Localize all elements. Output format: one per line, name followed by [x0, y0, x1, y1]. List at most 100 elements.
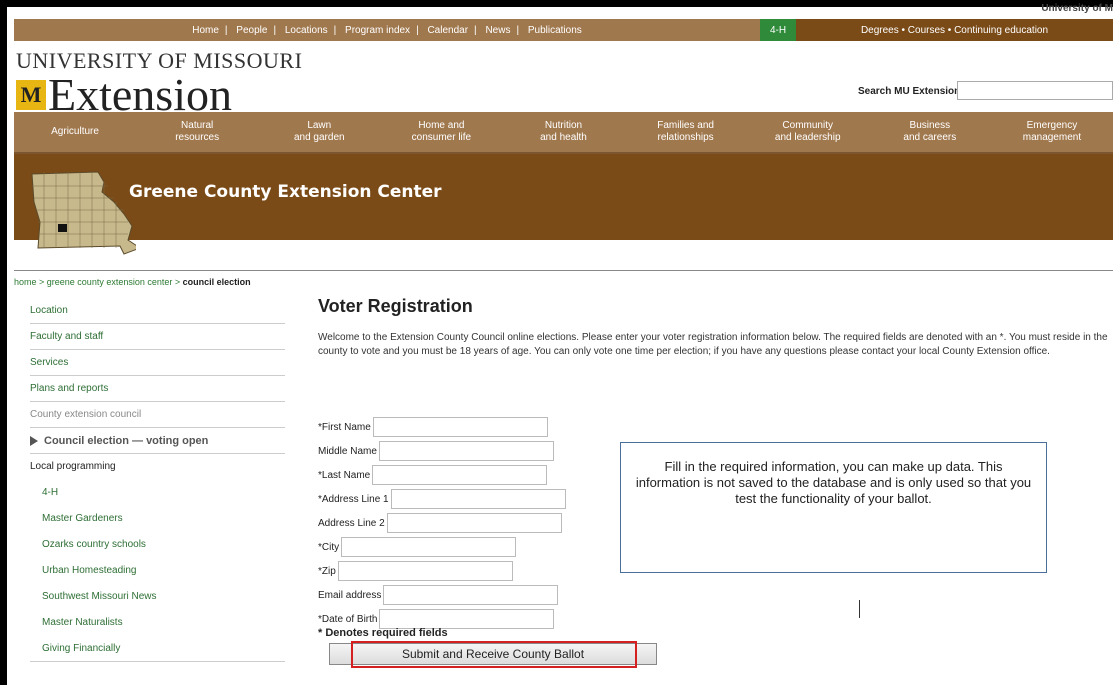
search-label: Search MU Extension: [858, 86, 961, 97]
county-center-title: Greene County Extension Center: [129, 182, 442, 202]
middle-name-field[interactable]: [378, 441, 554, 461]
sidebar-item-council-election[interactable]: Council election — voting open: [30, 428, 285, 454]
category-line2: management: [1022, 132, 1082, 143]
category-emergency[interactable]: Emergency management: [991, 112, 1113, 152]
email-field[interactable]: [383, 585, 559, 605]
breadcrumb-separator: >: [172, 277, 183, 287]
form-row-address-2: Address Line 2: [318, 511, 566, 535]
category-line1: Home and: [418, 120, 465, 131]
top-nav-home[interactable]: Home: [192, 25, 219, 36]
category-line1: Natural: [181, 120, 214, 131]
search-input[interactable]: [957, 81, 1113, 100]
category-line1: Families and: [657, 120, 714, 131]
nav-separator: |: [224, 24, 228, 36]
main-content: Voter Registration Welcome to the Extens…: [318, 296, 1108, 359]
category-line1: Community: [782, 120, 833, 131]
top-nav-calendar[interactable]: Calendar: [427, 25, 468, 36]
date-of-birth-field[interactable]: [379, 609, 555, 629]
category-nutrition-health[interactable]: Nutrition and health: [502, 112, 624, 152]
category-lawn-garden[interactable]: Lawn and garden: [258, 112, 380, 152]
category-agriculture[interactable]: Agriculture: [14, 112, 136, 152]
sidebar-sub-giving-financially[interactable]: Giving Financially: [30, 636, 285, 662]
category-natural-resources[interactable]: Natural resources: [136, 112, 258, 152]
instruction-callout: Fill in the required information, you ca…: [620, 442, 1047, 573]
sidebar-heading-local-programming: Local programming: [30, 461, 116, 472]
breadcrumb: home > greene county extension center > …: [14, 277, 251, 287]
top-nav-people[interactable]: People: [236, 25, 267, 36]
nav-separator: |: [516, 24, 520, 36]
sidebar-sub-master-naturalists[interactable]: Master Naturalists: [30, 610, 285, 636]
category-home-consumer[interactable]: Home and consumer life: [380, 112, 502, 152]
breadcrumb-home[interactable]: home: [14, 277, 37, 287]
section-divider: [14, 270, 1113, 271]
zip-field[interactable]: [337, 561, 513, 581]
submit-ballot-button[interactable]: Submit and Receive County Ballot: [329, 643, 657, 665]
category-line2: and garden: [293, 132, 345, 143]
city-label: *City: [318, 541, 340, 553]
form-row-zip: *Zip: [318, 559, 566, 583]
zip-label: *Zip: [318, 565, 336, 577]
text-cursor: [859, 600, 860, 618]
first-name-label: *First Name: [318, 421, 371, 433]
form-row-city: *City: [318, 535, 566, 559]
sidebar-sub-4h[interactable]: 4-H: [30, 480, 285, 506]
last-name-field[interactable]: [372, 465, 548, 485]
category-families[interactable]: Families and relationships: [625, 112, 747, 152]
sidebar-sub-ozarks-schools[interactable]: Ozarks country schools: [30, 532, 285, 558]
sidebar-sub-master-gardeners[interactable]: Master Gardeners: [30, 506, 285, 532]
address-line-1-label: *Address Line 1: [318, 493, 389, 505]
sidebar-item-location[interactable]: Location: [30, 298, 285, 324]
top-nav-program-index[interactable]: Program index: [345, 25, 410, 36]
first-name-field[interactable]: [372, 417, 548, 437]
category-line1: Nutrition: [544, 120, 583, 131]
sidebar-item-services[interactable]: Services: [30, 350, 285, 376]
category-line1: Lawn: [307, 120, 332, 131]
address-line-1-field[interactable]: [390, 489, 566, 509]
breadcrumb-current: council election: [182, 277, 251, 287]
last-name-label: *Last Name: [318, 469, 371, 481]
breadcrumb-center[interactable]: greene county extension center: [47, 277, 173, 287]
email-label: Email address: [318, 589, 382, 601]
form-row-address-1: *Address Line 1: [318, 487, 566, 511]
top-nav-publications[interactable]: Publications: [528, 25, 582, 36]
category-business[interactable]: Business and careers: [869, 112, 991, 152]
city-field[interactable]: [341, 537, 517, 557]
intro-paragraph: Welcome to the Extension County Council …: [318, 332, 1108, 357]
top-nav: Home | People | Locations | Program index | …: [14, 25, 760, 36]
university-corner-label: University of M: [1041, 3, 1113, 14]
form-row-middle-name: Middle Name: [318, 439, 566, 463]
required-fields-note: * Denotes required fields: [318, 627, 448, 639]
page-title: Voter Registration: [318, 296, 473, 316]
voter-registration-form: *First Name Middle Name *Last Name *Addr…: [318, 415, 566, 631]
middle-name-label: Middle Name: [318, 445, 377, 457]
nav-separator: |: [474, 24, 477, 36]
form-row-last-name: *Last Name: [318, 463, 566, 487]
breadcrumb-separator: >: [36, 277, 47, 287]
category-line2: Agriculture: [51, 126, 99, 137]
address-line-2-field[interactable]: [386, 513, 562, 533]
form-row-first-name: *First Name: [318, 415, 566, 439]
missouri-map-icon: [31, 171, 136, 255]
category-line2: consumer life: [411, 132, 472, 143]
category-line2: and careers: [903, 132, 957, 143]
category-community[interactable]: Community and leadership: [747, 112, 869, 152]
category-line2: resources: [175, 132, 220, 143]
category-line2: and health: [540, 132, 587, 143]
degrees-courses-link[interactable]: Degrees • Courses • Continuing education: [796, 19, 1113, 41]
sidebar-sub-urban-homesteading[interactable]: Urban Homesteading: [30, 558, 285, 584]
sidebar-item-council[interactable]: County extension council: [30, 402, 285, 428]
sidebar-item-plans[interactable]: Plans and reports: [30, 376, 285, 402]
top-utility-bar: Home | People | Locations | Program index | …: [14, 19, 1113, 41]
sidebar-item-faculty[interactable]: Faculty and staff: [30, 324, 285, 350]
form-row-email: Email address: [318, 583, 566, 607]
tiger-logo-icon: M: [16, 80, 46, 110]
mu-extension-logo[interactable]: UNIVERSITY OF MISSOURI M Extension: [16, 50, 302, 118]
sidebar-sub-sw-missouri-news[interactable]: Southwest Missouri News: [30, 584, 285, 610]
address-line-2-label: Address Line 2: [318, 517, 385, 529]
date-of-birth-label: *Date of Birth: [318, 613, 378, 625]
top-nav-locations[interactable]: Locations: [285, 25, 328, 36]
triangle-right-icon: [30, 436, 38, 447]
four-h-link[interactable]: 4-H: [760, 19, 796, 41]
top-nav-news[interactable]: News: [485, 25, 510, 36]
nav-separator: |: [333, 24, 337, 36]
